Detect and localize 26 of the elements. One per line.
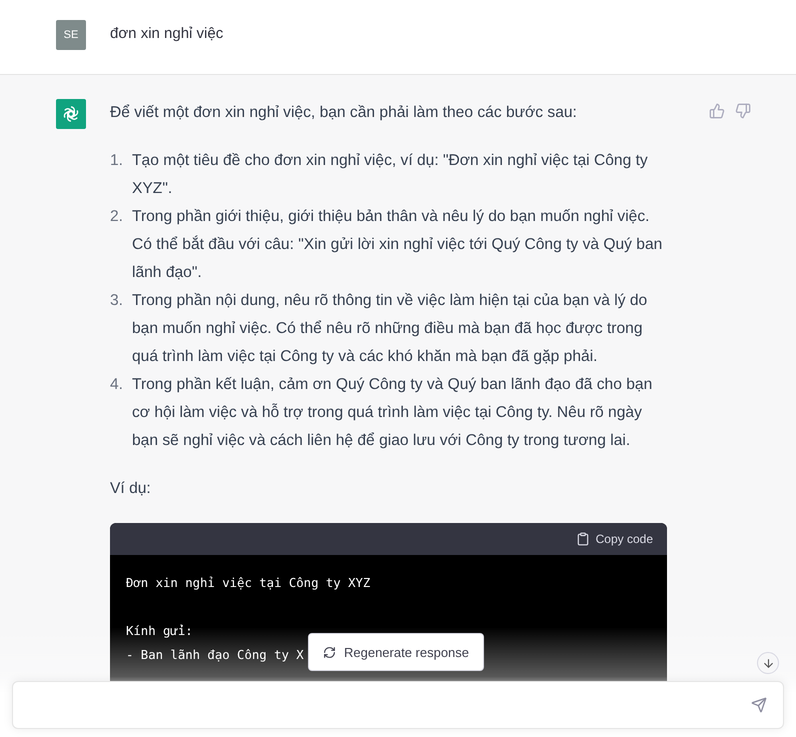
copy-code-button[interactable]: Copy code	[576, 532, 653, 546]
user-message: đơn xin nghỉ việc	[110, 24, 224, 44]
thumbs-down-icon[interactable]	[735, 103, 751, 119]
step-number: 3.	[110, 291, 124, 311]
code-line: - Ban lãnh đạo Công ty X	[126, 647, 304, 664]
arrow-down-icon	[762, 656, 774, 670]
scroll-down-button[interactable]	[757, 652, 779, 674]
user-avatar: SE	[56, 20, 86, 50]
code-line: Đơn xin nghỉ việc tại Công ty XYZ	[126, 575, 370, 592]
step-text: Trong phần nội dung, nêu rõ thông tin về việc làm hiện tại của bạn và lý do bạn muốn nghỉ việc. Có thể nêu rõ những điều mà bạn đã học được trong quá trình làm việc tại Công ty và các khó khăn mà bạn đã gặp phải.	[132, 291, 648, 367]
step-number: 4.	[110, 375, 124, 395]
step-text: Tạo một tiêu đề cho đơn xin nghỉ việc, ví dụ: "Đơn xin nghỉ việc tại Công ty XYZ".	[132, 151, 649, 199]
message-input[interactable]	[12, 681, 784, 729]
thumbs-up-icon[interactable]	[709, 103, 725, 119]
code-line: Kính gửi:	[126, 623, 193, 640]
refresh-icon	[322, 646, 336, 658]
example-label: Ví dụ:	[110, 479, 152, 499]
step-text: Trong phần kết luận, cảm ơn Quý Công ty và Quý ban lãnh đạo đã cho bạn cơ hội làm việc và hỗ trợ trong quá trình làm việc tại Công ty. Nêu rõ ngày bạn sẽ nghỉ việc và cách liên hệ để giao lưu với Công ty trong tương lai.	[132, 375, 654, 451]
send-icon[interactable]	[751, 697, 767, 713]
step-number: 1.	[110, 151, 124, 171]
clipboard-icon	[576, 532, 590, 546]
step-number: 2.	[110, 207, 124, 227]
regenerate-button[interactable]: Regenerate response	[308, 633, 484, 671]
intro-text: Để viết một đơn xin nghỉ việc, bạn cần phải làm theo các bước sau:	[110, 103, 578, 123]
logo-icon	[56, 99, 86, 129]
step-text: Trong phần giới thiệu, giới thiệu bản thân và nêu lý do bạn muốn nghỉ việc. Có thể bắt đầu với câu: "Xin gửi lời xin nghỉ việc tới Quý Công ty và Quý ban lãnh đạo".	[132, 207, 664, 283]
